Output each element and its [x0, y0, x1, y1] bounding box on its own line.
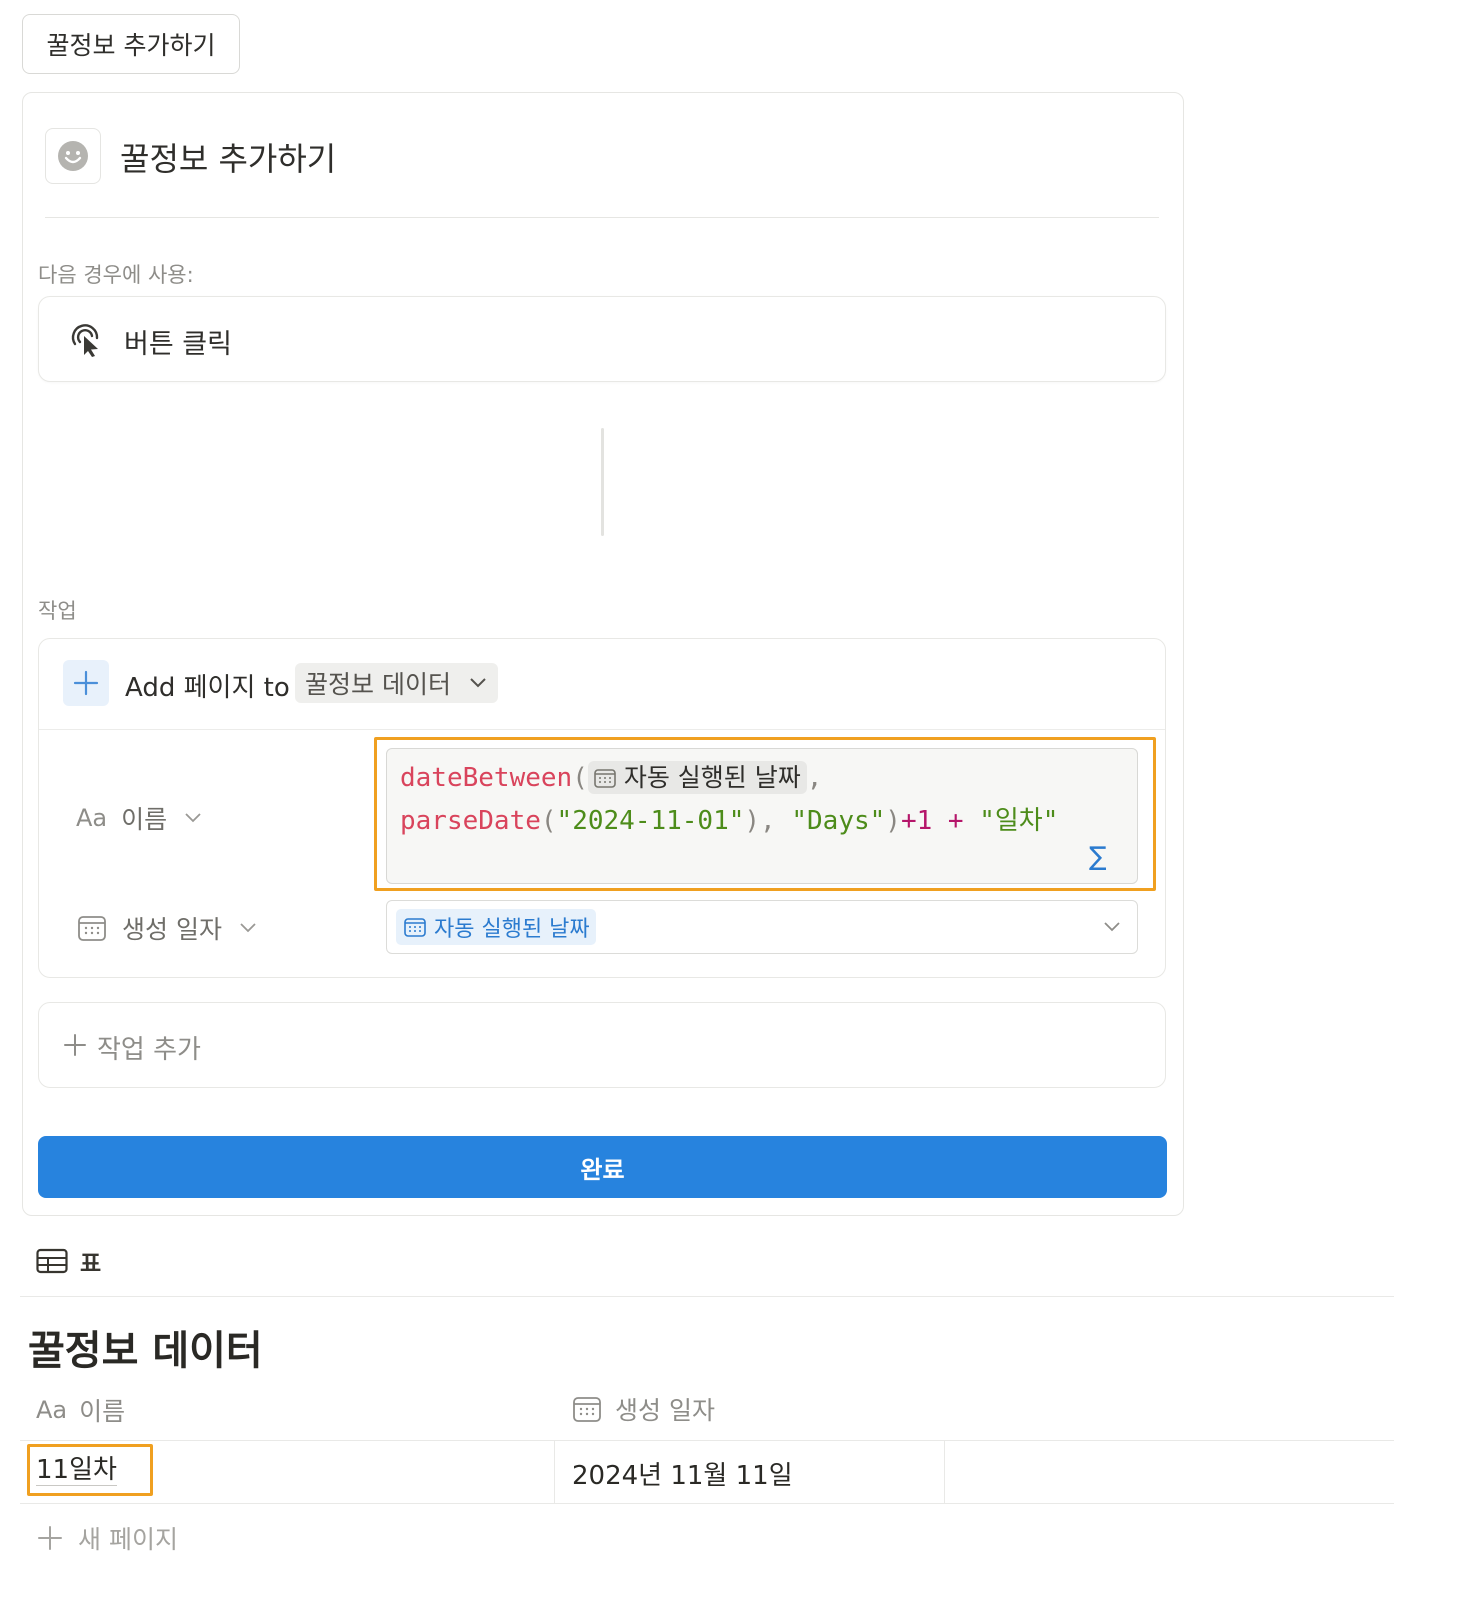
divider [20, 1440, 1394, 1441]
divider [45, 217, 1159, 218]
date-value-chip: 자동 실행된 날짜 [396, 909, 596, 945]
button-block-label: 꿀정보 추가하기 [46, 31, 216, 60]
chevron-down-icon[interactable] [1103, 921, 1121, 933]
plus-icon [38, 1526, 62, 1550]
column-header-created[interactable]: 생성 일자 [573, 1391, 715, 1427]
formula-plus-one: +1 [900, 806, 933, 836]
cursor-click-icon [68, 322, 104, 362]
property-date-label: 생성 일자 [122, 915, 222, 944]
row-name-cell[interactable]: 11일차 [36, 1455, 117, 1486]
emoji-picker[interactable] [45, 128, 101, 184]
column-divider [944, 1441, 945, 1503]
row-created-cell[interactable]: 2024년 11월 11일 [572, 1455, 793, 1492]
property-name-label: 이름 [121, 805, 168, 834]
formula-fn-datebetween: dateBetween [400, 763, 573, 793]
calendar-icon [594, 769, 616, 788]
view-tab-table[interactable]: 표 [36, 1244, 101, 1278]
chevron-down-icon [185, 813, 201, 823]
formula-mention-label: 자동 실행된 날짜 [623, 763, 801, 792]
divider [39, 729, 1165, 730]
trigger-label: 버튼 클릭 [124, 329, 232, 360]
actions-section-label: 작업 [38, 599, 77, 623]
calendar-icon [404, 918, 426, 937]
trigger-section-label: 다음 경우에 사용: [38, 263, 194, 287]
formula-mention[interactable]: 자동 실행된 날짜 [587, 761, 807, 794]
action-prefix: Add 페이지 to [125, 673, 290, 703]
column-header-label: 이름 [79, 1397, 126, 1426]
formula-suffix-string: "일차" [979, 806, 1059, 836]
text-property-icon: Aa [76, 804, 108, 832]
table-icon [36, 1248, 68, 1274]
calendar-icon [573, 1397, 601, 1422]
plus-icon [64, 1034, 86, 1056]
formula-plus: + [947, 806, 964, 836]
database-select[interactable]: 꿀정보 데이터 [295, 663, 498, 703]
add-action-button[interactable] [38, 1002, 1166, 1088]
button-block[interactable]: 꿀정보 추가하기 [22, 14, 240, 74]
add-page-icon [63, 660, 109, 706]
date-value-label: 자동 실행된 날짜 [434, 917, 590, 942]
formula-fn-parsedate: parseDate [400, 806, 541, 836]
column-divider [554, 1441, 555, 1503]
formula-line-1: dateBetween(자동 실행된 날짜, [400, 761, 823, 794]
database-select-label: 꿀정보 데이터 [305, 670, 451, 699]
done-button-label: 완료 [580, 1155, 625, 1184]
property-date-row[interactable]: 생성 일자 [78, 910, 256, 946]
smiley-icon [58, 141, 88, 171]
button-name-input[interactable]: 꿀정보 추가하기 [120, 134, 336, 180]
divider [20, 1296, 1394, 1297]
done-button[interactable]: 완료 [38, 1136, 1167, 1198]
chevron-down-icon [240, 923, 256, 933]
divider [20, 1503, 1394, 1504]
new-page-label: 새 페이지 [78, 1525, 178, 1554]
new-page-button[interactable]: 새 페이지 [38, 1520, 178, 1556]
formula-date-string: "2024-11-01" [556, 806, 745, 836]
chevron-down-icon [470, 678, 486, 688]
property-name-row[interactable]: Aa 이름 [76, 800, 201, 836]
sigma-icon[interactable]: ∑ [1089, 842, 1107, 872]
view-tab-label: 표 [80, 1251, 102, 1277]
add-action-label: 작업 추가 [97, 1035, 201, 1065]
column-header-label: 생성 일자 [615, 1396, 715, 1425]
calendar-icon [78, 916, 106, 941]
connector-line [601, 428, 604, 536]
formula-line-2: parseDate("2024-11-01"), "Days")+1 + "일차… [400, 806, 1059, 836]
column-header-name[interactable]: Aa 이름 [36, 1392, 125, 1428]
formula-days-string: "Days" [791, 806, 886, 836]
database-title: 꿀정보 데이터 [28, 1328, 263, 1374]
text-property-icon: Aa [36, 1396, 68, 1424]
